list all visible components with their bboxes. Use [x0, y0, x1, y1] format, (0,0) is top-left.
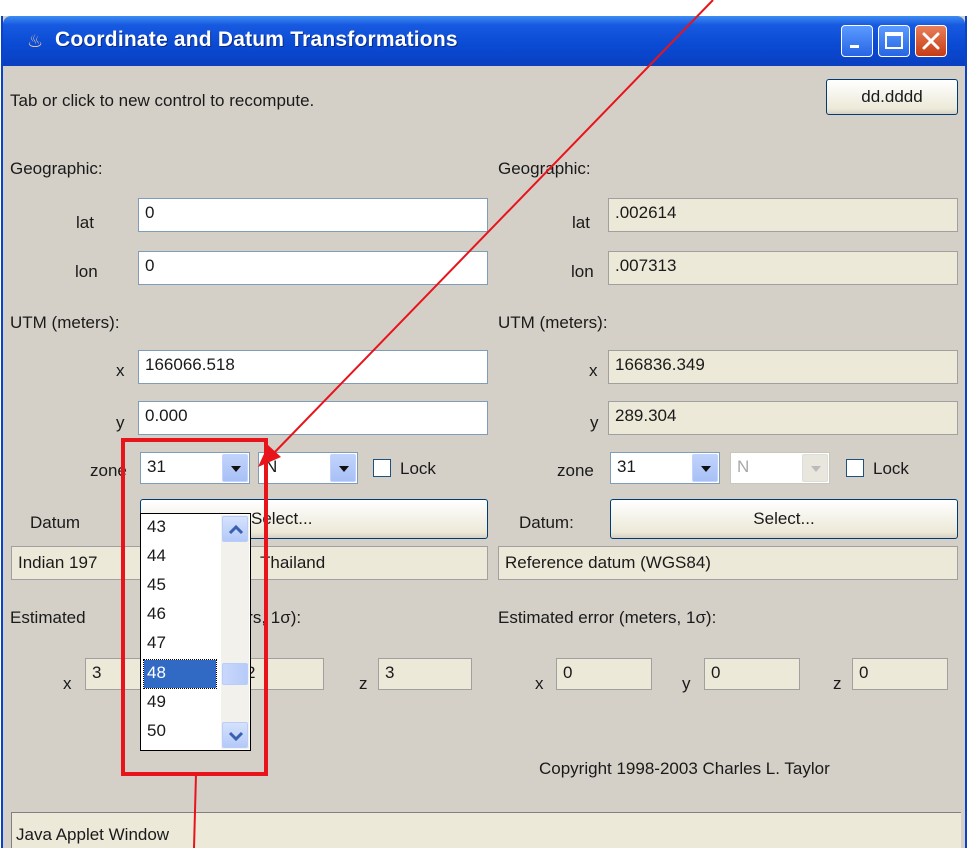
zone-dropdown-list[interactable]: 43 44 45 46 47 48 49 50	[140, 513, 251, 751]
left-lock-checkbox[interactable]	[373, 459, 391, 477]
left-hemisphere-select[interactable]: N	[258, 452, 358, 484]
right-error-label: Estimated error (meters, 1σ):	[498, 608, 717, 627]
left-lat-label: lat	[76, 213, 94, 232]
right-err-y-label: y	[682, 674, 691, 693]
zone-option[interactable]: 45	[144, 572, 216, 600]
format-button[interactable]: dd.dddd	[826, 79, 958, 115]
left-hemisphere-value: N	[265, 457, 278, 476]
right-zone-label: zone	[557, 461, 594, 480]
right-y-field: 289.304	[608, 401, 958, 435]
left-y-input[interactable]: 0.000	[138, 401, 488, 435]
status-text: Java Applet Window	[16, 825, 170, 844]
zone-option[interactable]: 47	[144, 630, 216, 658]
right-lock-checkbox[interactable]	[846, 459, 864, 477]
right-hemisphere-value: N	[737, 457, 750, 476]
window-title: Coordinate and Datum Transformations	[55, 28, 458, 51]
maximize-icon	[885, 32, 903, 49]
scroll-up-button[interactable]	[222, 516, 248, 542]
hint-text: Tab or click to new control to recompute…	[10, 91, 315, 110]
close-button[interactable]	[915, 25, 947, 57]
left-datum-name-start: Indian 197	[18, 553, 98, 572]
zone-option[interactable]: 50	[144, 718, 216, 746]
status-bar: Java Applet Window	[11, 812, 961, 848]
right-err-z-label: z	[833, 674, 842, 693]
minimize-button[interactable]	[841, 25, 873, 57]
scroll-thumb[interactable]	[222, 663, 248, 685]
right-lat-label: lat	[572, 213, 590, 232]
right-hemisphere-select: N	[730, 452, 830, 484]
right-err-x-field: 0	[556, 658, 652, 690]
chevron-down-icon	[228, 731, 244, 742]
right-x-field: 166836.349	[608, 350, 958, 384]
right-utm-label: UTM (meters):	[498, 313, 608, 332]
chevron-down-icon	[802, 454, 828, 482]
left-lon-input[interactable]: 0	[138, 251, 488, 285]
right-lat-field: .002614	[608, 198, 958, 232]
right-err-y-field: 0	[704, 658, 800, 690]
minimize-icon	[850, 45, 859, 48]
right-geographic-label: Geographic:	[498, 159, 591, 178]
left-geographic-label: Geographic:	[10, 159, 103, 178]
left-lock-label: Lock	[400, 459, 436, 478]
left-y-label: y	[116, 413, 125, 432]
chevron-down-icon[interactable]	[692, 454, 718, 482]
zone-option[interactable]: 43	[144, 514, 216, 542]
left-lat-input[interactable]: 0	[138, 198, 488, 232]
left-zone-value: 31	[147, 457, 166, 476]
left-zone-label: zone	[90, 461, 127, 480]
right-datum-select-button[interactable]: Select...	[610, 499, 958, 539]
title-bar[interactable]: ♨ Coordinate and Datum Transformations	[3, 16, 965, 66]
left-utm-label: UTM (meters):	[10, 313, 120, 332]
left-error-label-start: Estimated	[10, 608, 86, 627]
chevron-down-icon[interactable]	[330, 454, 356, 482]
right-datum-label: Datum:	[519, 513, 574, 532]
zone-option[interactable]: 49	[144, 689, 216, 717]
right-lock-label: Lock	[873, 459, 909, 478]
right-lon-label: lon	[571, 262, 594, 281]
left-datum-name-end: Thailand	[260, 553, 326, 572]
right-zone-select[interactable]: 31	[610, 452, 720, 484]
right-lon-field: .007313	[608, 251, 958, 285]
left-datum-label: Datum	[30, 513, 81, 532]
left-err-z-field: 3	[378, 658, 472, 690]
java-cup-icon: ♨	[27, 31, 44, 51]
maximize-button[interactable]	[878, 25, 910, 57]
zone-option-selected[interactable]: 48	[143, 659, 217, 689]
zone-list-scrollbar[interactable]	[221, 515, 249, 749]
left-x-label: x	[116, 361, 125, 380]
zone-option[interactable]: 44	[144, 543, 216, 571]
right-datum-name: Reference datum (WGS84)	[498, 546, 958, 580]
applet-window: ♨ Coordinate and Datum Transformations T…	[1, 16, 967, 848]
left-err-z-label: z	[359, 674, 368, 693]
left-x-input[interactable]: 166066.518	[138, 350, 488, 384]
chevron-down-icon[interactable]	[222, 454, 248, 482]
close-icon	[922, 32, 940, 50]
right-x-label: x	[589, 361, 598, 380]
left-err-x-field: 3	[85, 658, 145, 690]
copyright-text: Copyright 1998-2003 Charles L. Taylor	[539, 759, 830, 778]
right-zone-value: 31	[617, 457, 636, 476]
left-err-x-label: x	[63, 674, 72, 693]
right-err-z-field: 0	[852, 658, 948, 690]
scroll-down-button[interactable]	[222, 722, 248, 748]
left-lon-label: lon	[75, 262, 98, 281]
right-err-x-label: x	[535, 674, 544, 693]
zone-option[interactable]: 46	[144, 601, 216, 629]
left-zone-select[interactable]: 31	[140, 452, 250, 484]
chevron-up-icon	[228, 524, 244, 535]
right-y-label: y	[590, 413, 599, 432]
